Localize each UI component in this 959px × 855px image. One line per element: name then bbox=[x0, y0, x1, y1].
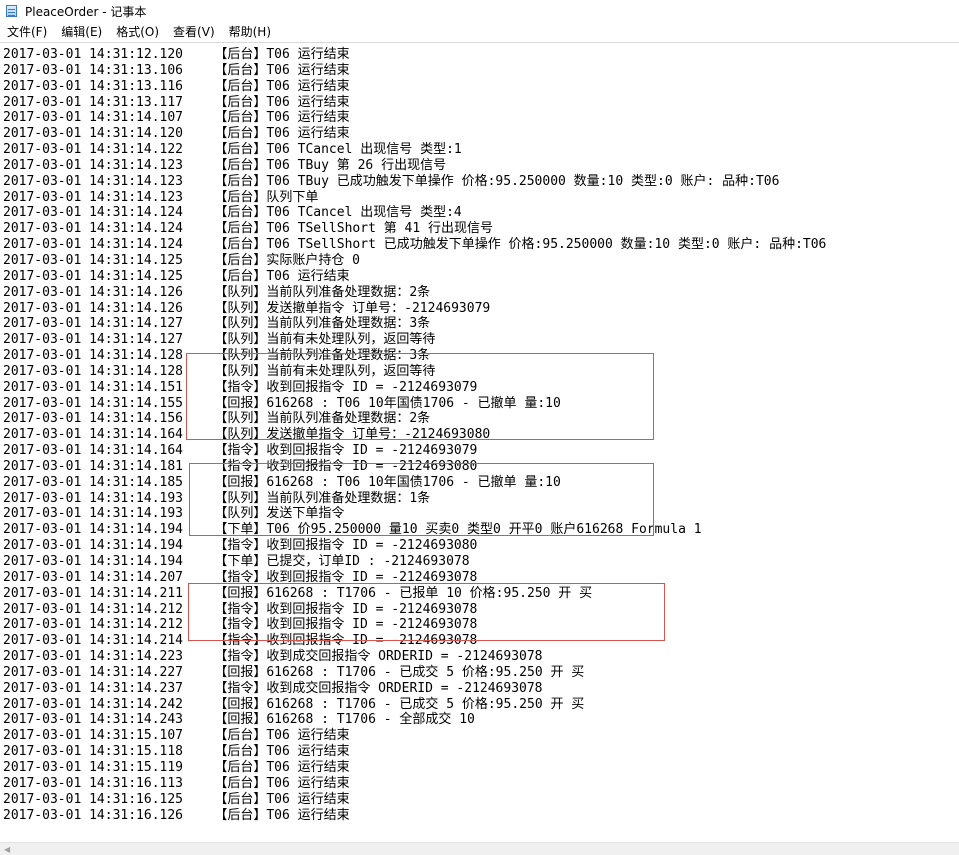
log-line: 2017-03-01 14:31:14.227 【回报】616268 : T17… bbox=[3, 664, 585, 680]
log-line: 2017-03-01 14:31:14.125 【后台】T06 运行结束 bbox=[3, 268, 350, 284]
log-line: 2017-03-01 14:31:14.127 【队列】当前有未处理队列，返回等… bbox=[3, 332, 436, 348]
menu-format[interactable]: 格式(O) bbox=[109, 22, 166, 42]
log-line: 2017-03-01 14:31:14.125 【后台】实际账户持仓 0 bbox=[3, 252, 360, 268]
log-line: 2017-03-01 14:31:14.124 【后台】T06 TSellSho… bbox=[3, 221, 494, 237]
log-line: 2017-03-01 14:31:15.107 【后台】T06 运行结束 bbox=[3, 728, 350, 744]
menu-help[interactable]: 帮助(H) bbox=[222, 22, 278, 42]
log-line: 2017-03-01 14:31:14.120 【后台】T06 运行结束 bbox=[3, 126, 350, 142]
log-line: 2017-03-01 14:31:13.116 【后台】T06 运行结束 bbox=[3, 78, 350, 94]
log-line: 2017-03-01 14:31:15.118 【后台】T06 运行结束 bbox=[3, 744, 350, 760]
horizontal-scrollbar[interactable]: ◀ bbox=[0, 842, 959, 855]
window-title: PleaceOrder - 记事本 bbox=[25, 4, 147, 19]
log-line: 2017-03-01 14:31:13.117 【后台】T06 运行结束 bbox=[3, 94, 350, 110]
highlight-box-order bbox=[188, 583, 665, 641]
menu-bar: 文件(F) 编辑(E) 格式(O) 查看(V) 帮助(H) bbox=[0, 22, 959, 42]
log-line: 2017-03-01 14:31:14.243 【回报】616268 : T17… bbox=[3, 712, 475, 728]
log-line: 2017-03-01 14:31:16.126 【后台】T06 运行结束 bbox=[3, 807, 350, 823]
log-line: 2017-03-01 14:31:16.125 【后台】T06 运行结束 bbox=[3, 791, 350, 807]
log-line: 2017-03-01 14:31:16.113 【后台】T06 运行结束 bbox=[3, 775, 350, 791]
log-line: 2017-03-01 14:31:14.122 【后台】T06 TCancel … bbox=[3, 142, 462, 158]
log-line: 2017-03-01 14:31:14.126 【队列】发送撤单指令 订单号：-… bbox=[3, 300, 491, 316]
log-line: 2017-03-01 14:31:14.164 【指令】收到回报指令 ID = … bbox=[3, 443, 478, 459]
notepad-icon bbox=[5, 4, 19, 18]
text-editor[interactable]: 2017-03-01 14:31:12.120 【后台】T06 运行结束 2017… bbox=[0, 42, 959, 842]
log-line: 2017-03-01 14:31:14.123 【后台】T06 TBuy 第 2… bbox=[3, 157, 447, 173]
menu-view[interactable]: 查看(V) bbox=[166, 22, 222, 42]
log-line: 2017-03-01 14:31:13.106 【后台】T06 运行结束 bbox=[3, 62, 350, 78]
log-line: 2017-03-01 14:31:14.127 【队列】当前队列准备处理数据：3… bbox=[3, 316, 431, 332]
log-line: 2017-03-01 14:31:14.124 【后台】T06 TSellSho… bbox=[3, 237, 827, 253]
log-line: 2017-03-01 14:31:12.120 【后台】T06 运行结束 bbox=[3, 47, 350, 62]
highlight-box-cancel-2 bbox=[189, 463, 654, 536]
log-line: 2017-03-01 14:31:14.194 【下单】已提交，订单ID : -… bbox=[3, 554, 470, 569]
log-line: 2017-03-01 14:31:14.124 【后台】T06 TCancel … bbox=[3, 205, 462, 221]
log-line: 2017-03-01 14:31:14.126 【队列】当前队列准备处理数据：2… bbox=[3, 284, 431, 300]
log-line: 2017-03-01 14:31:14.242 【回报】616268 : T17… bbox=[3, 696, 585, 712]
menu-edit[interactable]: 编辑(E) bbox=[54, 22, 109, 42]
menu-file[interactable]: 文件(F) bbox=[0, 22, 54, 42]
scroll-left-arrow-icon[interactable]: ◀ bbox=[4, 845, 10, 854]
title-bar[interactable]: PleaceOrder - 记事本 bbox=[0, 0, 959, 22]
log-line: 2017-03-01 14:31:14.107 【后台】T06 运行结束 bbox=[3, 110, 350, 126]
log-line: 2017-03-01 14:31:14.194 【指令】收到回报指令 ID = … bbox=[3, 538, 478, 554]
log-line: 2017-03-01 14:31:14.237 【指令】收到成交回报指令 ORD… bbox=[3, 680, 543, 696]
highlight-box-cancel-1 bbox=[186, 353, 654, 440]
log-line: 2017-03-01 14:31:15.119 【后台】T06 运行结束 bbox=[3, 759, 350, 775]
log-line: 2017-03-01 14:31:14.223 【指令】收到成交回报指令 ORD… bbox=[3, 649, 543, 665]
log-line: 2017-03-01 14:31:14.123 【后台】队列下单 bbox=[3, 189, 319, 205]
log-line: 2017-03-01 14:31:14.123 【后台】T06 TBuy 已成功… bbox=[3, 173, 780, 189]
